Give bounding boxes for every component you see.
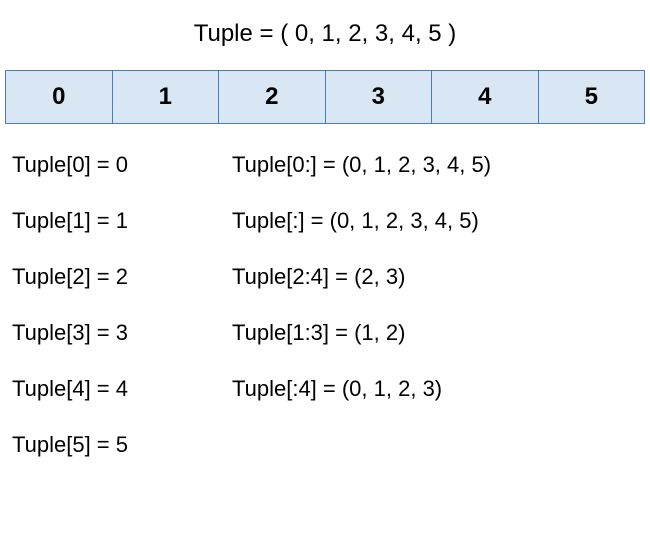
tuple-cell: 0 (6, 71, 113, 123)
tuple-table: 0 1 2 3 4 5 (5, 70, 645, 124)
index-example: Tuple[1] = 1 (12, 208, 232, 234)
tuple-cell: 2 (219, 71, 326, 123)
index-example: Tuple[5] = 5 (12, 432, 232, 458)
tuple-cell: 3 (326, 71, 433, 123)
tuple-cell: 5 (539, 71, 645, 123)
index-examples-column: Tuple[0] = 0 Tuple[1] = 1 Tuple[2] = 2 T… (12, 152, 232, 488)
index-example: Tuple[3] = 3 (12, 320, 232, 346)
index-example: Tuple[4] = 4 (12, 376, 232, 402)
tuple-cell: 1 (113, 71, 220, 123)
slice-example: Tuple[0:] = (0, 1, 2, 3, 4, 5) (232, 152, 638, 178)
index-example: Tuple[0] = 0 (12, 152, 232, 178)
slice-example: Tuple[1:3] = (1, 2) (232, 320, 638, 346)
slice-example: Tuple[:4] = (0, 1, 2, 3) (232, 376, 638, 402)
slice-examples-column: Tuple[0:] = (0, 1, 2, 3, 4, 5) Tuple[:] … (232, 152, 638, 488)
index-example: Tuple[2] = 2 (12, 264, 232, 290)
page-title: Tuple = ( 0, 1, 2, 3, 4, 5 ) (0, 20, 650, 48)
tuple-cell: 4 (432, 71, 539, 123)
slice-example: Tuple[:] = (0, 1, 2, 3, 4, 5) (232, 208, 638, 234)
slice-example: Tuple[2:4] = (2, 3) (232, 264, 638, 290)
examples-section: Tuple[0] = 0 Tuple[1] = 1 Tuple[2] = 2 T… (0, 152, 650, 488)
